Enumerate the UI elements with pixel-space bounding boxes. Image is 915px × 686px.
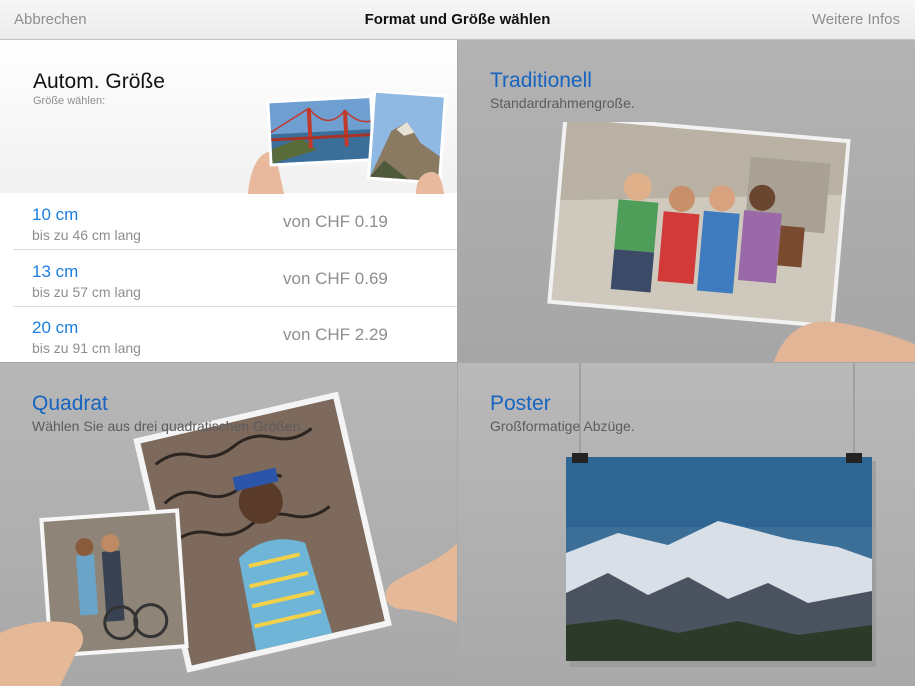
size-length: bis zu 91 cm lang [32, 340, 141, 356]
group-photo-image [544, 122, 915, 362]
size-label: 20 cm [32, 318, 79, 337]
size-price: von CHF 0.19 [283, 212, 388, 231]
size-option-10cm[interactable]: 10 cm bis zu 46 cm lang von CHF 0.19 [0, 193, 457, 248]
size-length: bis zu 57 cm lang [32, 284, 141, 300]
size-label: 10 cm [32, 205, 79, 224]
auto-size-panel: Autom. Größe Größe wählen: 10 cm bis zu … [0, 40, 457, 362]
traditional-format-panel[interactable]: Traditionell Standardrahmengroße. [458, 40, 915, 362]
traditional-title: Traditionell [490, 69, 592, 92]
page-title: Format und Größe wählen [364, 11, 551, 28]
square-subtitle: Wählen Sie aus drei quadratischen Größen… [32, 418, 305, 434]
poster-mountain-image [558, 363, 878, 668]
square-title: Quadrat [32, 392, 108, 415]
auto-size-header: Autom. Größe Größe wählen: [0, 40, 457, 194]
more-info-button[interactable]: Weitere Infos [812, 11, 900, 28]
auto-size-photos-image [246, 92, 451, 194]
traditional-subtitle: Standardrahmengroße. [490, 95, 635, 111]
size-length: bis zu 46 cm lang [32, 227, 141, 243]
auto-size-title: Autom. Größe [33, 70, 165, 93]
square-format-panel[interactable]: Quadrat Wählen Sie aus drei quadratische… [0, 363, 457, 686]
size-option-13cm[interactable]: 13 cm bis zu 57 cm lang von CHF 0.69 [0, 250, 457, 305]
size-price: von CHF 0.69 [283, 269, 388, 288]
poster-title: Poster [490, 392, 551, 415]
poster-format-panel[interactable]: Poster Großformatige Abzüge. [458, 363, 915, 686]
nav-bar: Abbrechen Format und Größe wählen Weiter… [0, 0, 915, 40]
size-option-20cm[interactable]: 20 cm bis zu 91 cm lang von CHF 2.29 [0, 306, 457, 361]
auto-size-subtitle: Größe wählen: [33, 95, 106, 107]
size-label: 13 cm [32, 262, 79, 281]
size-price: von CHF 2.29 [283, 325, 388, 344]
